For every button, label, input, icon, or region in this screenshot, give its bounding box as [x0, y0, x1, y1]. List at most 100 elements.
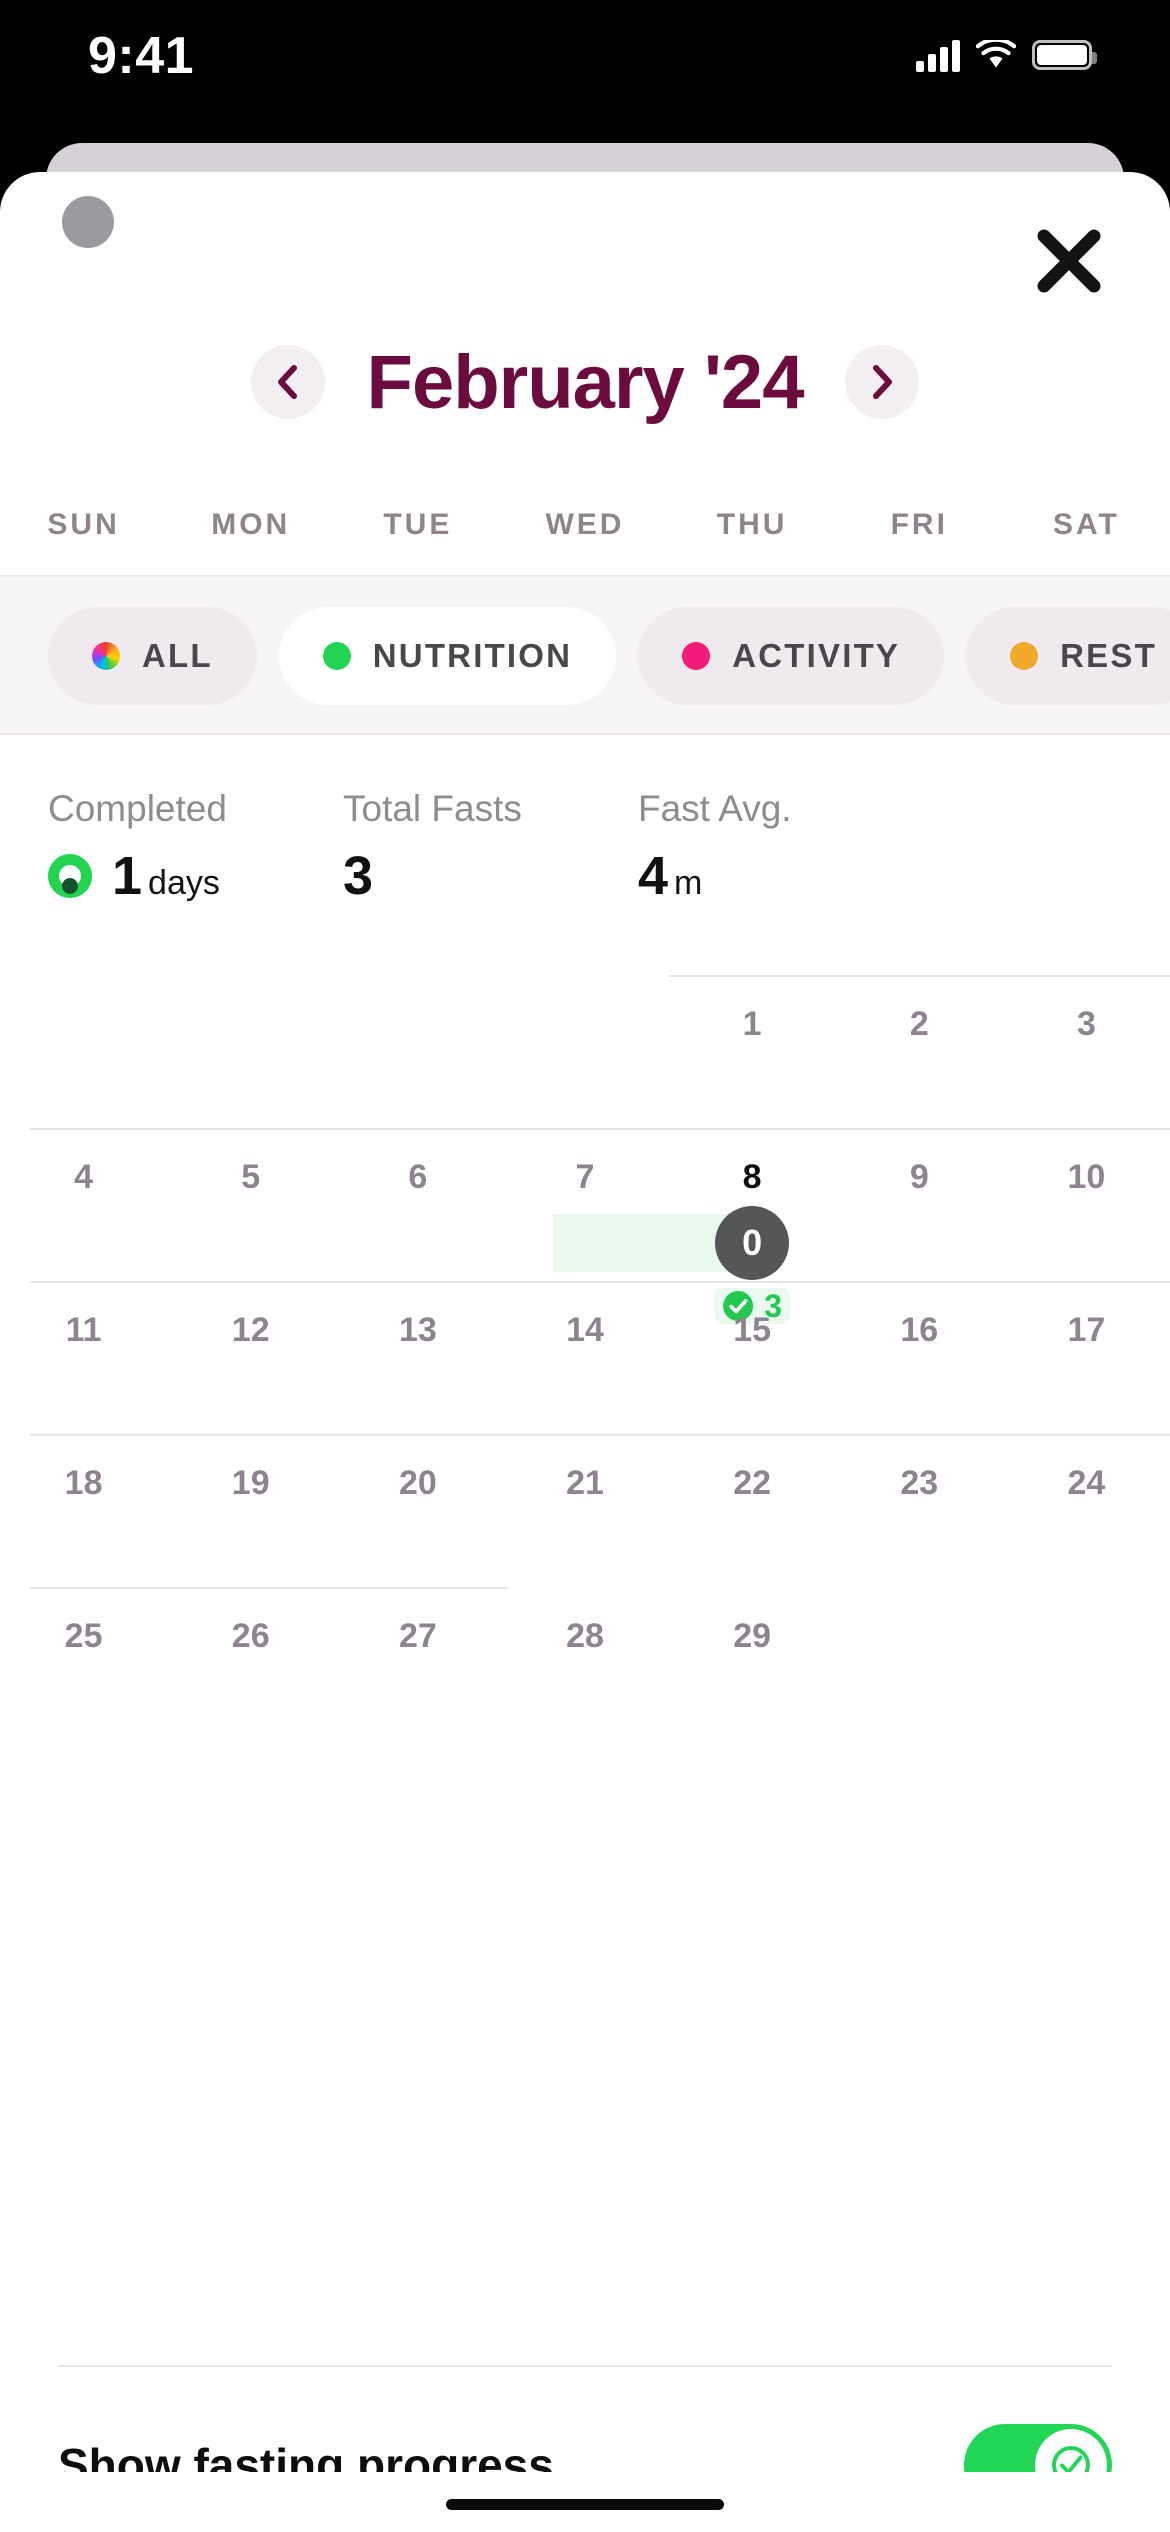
calendar-day-19[interactable]: 19 [167, 1434, 334, 1587]
phone-screen: 9:41 February '24 SUN MON TUE WED THU FR… [0, 0, 1170, 2532]
page-title: February '24 [366, 339, 805, 425]
day-number: 19 [231, 1464, 270, 1502]
stat-total-fasts-caption: Total Fasts [343, 788, 522, 829]
completed-ring-icon [48, 854, 92, 898]
stats-row: Completed 1 days Total Fasts 3 Fast Avg.… [0, 790, 1170, 920]
calendar-day-28[interactable]: 28 [501, 1587, 668, 1740]
day-number: 9 [909, 1158, 929, 1196]
weekday-tue: TUE [383, 508, 453, 541]
day-number: 22 [733, 1464, 772, 1502]
stat-fast-avg-value-group: 4 m [638, 849, 792, 903]
calendar-week-4: 18 19 20 21 22 23 24 [0, 1434, 1170, 1587]
home-indicator[interactable] [446, 2499, 724, 2510]
stat-completed-value-group: 1 days [48, 849, 227, 903]
calendar-day-12[interactable]: 12 [167, 1281, 334, 1434]
calendar-week-3: 11 12 13 14 15 16 17 [0, 1281, 1170, 1434]
calendar-day-26[interactable]: 26 [167, 1587, 334, 1740]
calendar-day-8[interactable]: 8 0 3 [669, 1128, 836, 1324]
weekday-mon: MON [211, 508, 291, 541]
footer-divider [58, 2365, 1112, 2367]
day-number: 15 [733, 1311, 772, 1349]
filter-chip-activity[interactable]: ACTIVITY [638, 607, 945, 705]
day-number: 6 [408, 1158, 428, 1196]
chipbar-divider [0, 733, 1170, 735]
rest-dot-icon [1010, 642, 1039, 670]
stat-fast-avg-unit: m [674, 864, 703, 902]
calendar-day-empty [167, 975, 334, 1128]
calendar-day-9[interactable]: 9 [836, 1128, 1003, 1281]
calendar-day-5[interactable]: 5 [167, 1128, 334, 1281]
calendar-week-1: 1 2 3 [0, 975, 1170, 1128]
calendar-day-16[interactable]: 16 [836, 1281, 1003, 1434]
next-month-button[interactable] [845, 345, 920, 419]
calendar-day-21[interactable]: 21 [501, 1434, 668, 1587]
calendar-week-5: 25 26 27 28 29 [0, 1587, 1170, 1740]
nutrition-dot-icon [322, 642, 351, 670]
calendar-day-4[interactable]: 4 [0, 1128, 167, 1281]
battery-icon [1032, 40, 1097, 70]
weekday-sat: SAT [1053, 508, 1120, 541]
stat-total-fasts-value: 3 [343, 846, 374, 906]
filter-chip-all[interactable]: ALL [48, 607, 257, 705]
day-number: 17 [1067, 1311, 1106, 1349]
day-number: 18 [64, 1464, 103, 1502]
calendar-day-1[interactable]: 1 [669, 975, 836, 1128]
calendar-day-24[interactable]: 24 [1003, 1434, 1170, 1587]
calendar-day-25[interactable]: 25 [0, 1587, 167, 1740]
calendar-day-15[interactable]: 15 [669, 1281, 836, 1434]
calendar-day-6[interactable]: 6 [334, 1128, 501, 1281]
calendar-day-18[interactable]: 18 [0, 1434, 167, 1587]
day-number: 21 [566, 1464, 604, 1502]
calendar-day-20[interactable]: 20 [334, 1434, 501, 1587]
filter-chip-nutrition[interactable]: NUTRITION [278, 607, 617, 705]
day-number: 2 [909, 1005, 929, 1043]
filter-chip-nutrition-label: NUTRITION [372, 637, 573, 674]
calendar-day-11[interactable]: 11 [0, 1281, 167, 1434]
rainbow-dot-icon [92, 642, 120, 670]
stat-fast-avg: Fast Avg. 4 m [638, 790, 792, 903]
filter-chip-bar: ALL NUTRITION ACTIVITY REST [0, 577, 1170, 735]
stat-fast-avg-caption: Fast Avg. [638, 788, 792, 829]
calendar-day-7[interactable]: 7 [501, 1128, 753, 1281]
day-number: 23 [900, 1464, 939, 1502]
stat-fast-avg-value: 4 [638, 846, 669, 906]
day-number: 10 [1067, 1158, 1106, 1196]
calendar-day-10[interactable]: 10 [1003, 1128, 1170, 1281]
day-number: 28 [566, 1617, 604, 1655]
calendar-day-27[interactable]: 27 [334, 1587, 501, 1740]
day-number: 24 [1067, 1464, 1106, 1502]
drag-handle[interactable] [62, 196, 114, 248]
day-number: 4 [74, 1158, 94, 1196]
filter-chip-rest[interactable]: REST [966, 607, 1170, 705]
day-number: 27 [398, 1617, 437, 1655]
stat-completed: Completed 1 days [48, 790, 227, 903]
weekday-header: SUN MON TUE WED THU FRI SAT [0, 480, 1170, 570]
calendar-day-22[interactable]: 22 [669, 1434, 836, 1587]
day-number: 13 [398, 1311, 437, 1349]
filter-chip-activity-label: ACTIVITY [732, 637, 901, 674]
day-number: 16 [900, 1311, 939, 1349]
close-icon[interactable] [1030, 222, 1108, 300]
weekday-thu: THU [716, 508, 788, 541]
stat-total-fasts: Total Fasts 3 [343, 790, 522, 903]
calendar-day-17[interactable]: 17 [1003, 1281, 1170, 1434]
calendar-week-2: 4 5 6 7 8 0 3 9 10 [0, 1128, 1170, 1324]
calendar-day-2[interactable]: 2 [836, 975, 1003, 1128]
stat-total-fasts-value-group: 3 [343, 849, 522, 903]
stat-completed-value: 1 [112, 846, 143, 906]
calendar-day-29[interactable]: 29 [669, 1587, 836, 1740]
chevron-right-icon [873, 365, 893, 399]
calendar-day-3[interactable]: 3 [1003, 975, 1170, 1128]
weekday-fri: FRI [890, 508, 948, 541]
calendar-day-23[interactable]: 23 [836, 1434, 1003, 1587]
day-number: 11 [65, 1311, 102, 1349]
day-number: 29 [733, 1617, 772, 1655]
day-number: 20 [398, 1464, 437, 1502]
calendar-day-13[interactable]: 13 [334, 1281, 501, 1434]
filter-chip-rest-label: REST [1060, 637, 1157, 674]
day-number: 7 [575, 1158, 595, 1196]
wifi-icon [976, 40, 1016, 70]
calendar-day-14[interactable]: 14 [501, 1281, 668, 1434]
prev-month-button[interactable] [250, 345, 325, 419]
calendar-grid: 1 2 3 4 5 6 7 8 0 3 9 10 11 12 13 14 15 … [0, 975, 1170, 1740]
